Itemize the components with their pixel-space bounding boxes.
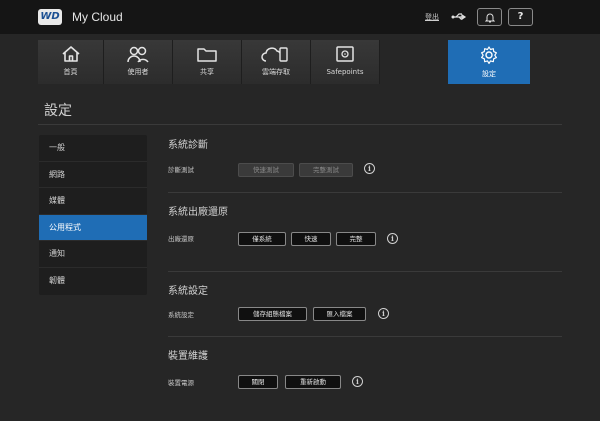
app-title: My Cloud (72, 10, 123, 24)
notifications-button[interactable] (477, 8, 502, 26)
quick-restore-button[interactable]: 快速 (291, 232, 331, 246)
full-restore-button[interactable]: 完整 (336, 232, 376, 246)
section-divider (168, 192, 562, 193)
settings-sidebar: 一般 網路 媒體 公用程式 通知 韌體 (39, 135, 147, 295)
config-section: 系統設定 系統設定 儲存組態檔案 匯入檔案 i (168, 286, 562, 321)
home-icon (61, 46, 80, 62)
restore-row-label: 出廠還原 (168, 235, 194, 243)
sidebar-item-general[interactable]: 一般 (39, 135, 147, 162)
usb-icon[interactable] (446, 8, 471, 26)
folder-icon (197, 48, 217, 62)
nav-home[interactable]: 首頁 (38, 40, 104, 84)
nav-settings[interactable]: 設定 (448, 40, 530, 84)
section-divider (168, 271, 562, 272)
page-title: 設定 (44, 103, 72, 119)
sidebar-item-utilities[interactable]: 公用程式 (39, 214, 147, 241)
main-nav: 首頁 使用者 共享 雲端存取 Safepoints 設定 (38, 40, 530, 84)
import-file-button[interactable]: 匯入檔案 (313, 307, 366, 321)
maintenance-title: 裝置維護 (168, 351, 208, 362)
nav-label-cloud-access: 雲端存取 (262, 68, 290, 76)
title-divider (38, 124, 562, 125)
quick-test-button[interactable]: 快速測試 (238, 163, 294, 177)
help-icon: ? (517, 11, 524, 22)
system-only-button[interactable]: 僅系統 (238, 232, 286, 246)
nav-spacer (380, 40, 448, 84)
info-icon[interactable]: i (352, 376, 363, 387)
cloud-access-icon (261, 47, 288, 62)
sidebar-item-notifications[interactable]: 通知 (39, 241, 147, 268)
full-test-button[interactable]: 完整測試 (299, 163, 353, 177)
nav-cloud-access[interactable]: 雲端存取 (242, 40, 311, 84)
nav-label-users: 使用者 (127, 68, 149, 76)
nav-label-safepoints: Safepoints (326, 68, 364, 76)
diagnostics-section: 系統診斷 診斷測試 快速測試 完整測試 i (168, 140, 562, 177)
section-divider (168, 336, 562, 337)
safepoints-icon (336, 46, 354, 62)
nav-safepoints[interactable]: Safepoints (311, 40, 380, 84)
info-icon[interactable]: i (387, 233, 398, 244)
config-row-label: 系統設定 (168, 311, 194, 319)
restart-button[interactable]: 重新啟動 (285, 375, 341, 389)
maintenance-row-label: 裝置電源 (168, 379, 194, 387)
restore-title: 系統出廠還原 (168, 207, 228, 218)
sidebar-item-firmware[interactable]: 韌體 (39, 268, 147, 295)
nav-label-settings: 設定 (482, 70, 496, 78)
nav-users[interactable]: 使用者 (104, 40, 173, 84)
nav-label-shares: 共享 (200, 68, 214, 76)
bell-icon (484, 13, 495, 22)
nav-shares[interactable]: 共享 (173, 40, 242, 84)
shutdown-button[interactable]: 關閉 (238, 375, 278, 389)
help-button[interactable]: ? (508, 8, 533, 26)
nav-label-home: 首頁 (63, 68, 78, 76)
top-bar: WD My Cloud 登出 ? (0, 0, 600, 34)
restore-section: 系統出廠還原 出廠還原 僅系統 快速 完整 i (168, 207, 562, 246)
info-icon[interactable]: i (378, 308, 389, 319)
config-title: 系統設定 (168, 286, 208, 297)
sidebar-item-media[interactable]: 媒體 (39, 188, 147, 215)
diagnostics-title: 系統診斷 (168, 140, 208, 151)
users-icon (127, 46, 149, 63)
maintenance-section: 裝置維護 裝置電源 關閉 重新啟動 i (168, 351, 562, 389)
save-config-button[interactable]: 儲存組態檔案 (238, 307, 307, 321)
logout-link[interactable]: 登出 (425, 12, 439, 22)
info-icon[interactable]: i (364, 163, 375, 174)
gear-icon (481, 46, 497, 64)
diagnostics-row-label: 診斷測試 (168, 166, 194, 174)
sidebar-item-network[interactable]: 網路 (39, 162, 147, 188)
wd-logo: WD (38, 9, 62, 25)
